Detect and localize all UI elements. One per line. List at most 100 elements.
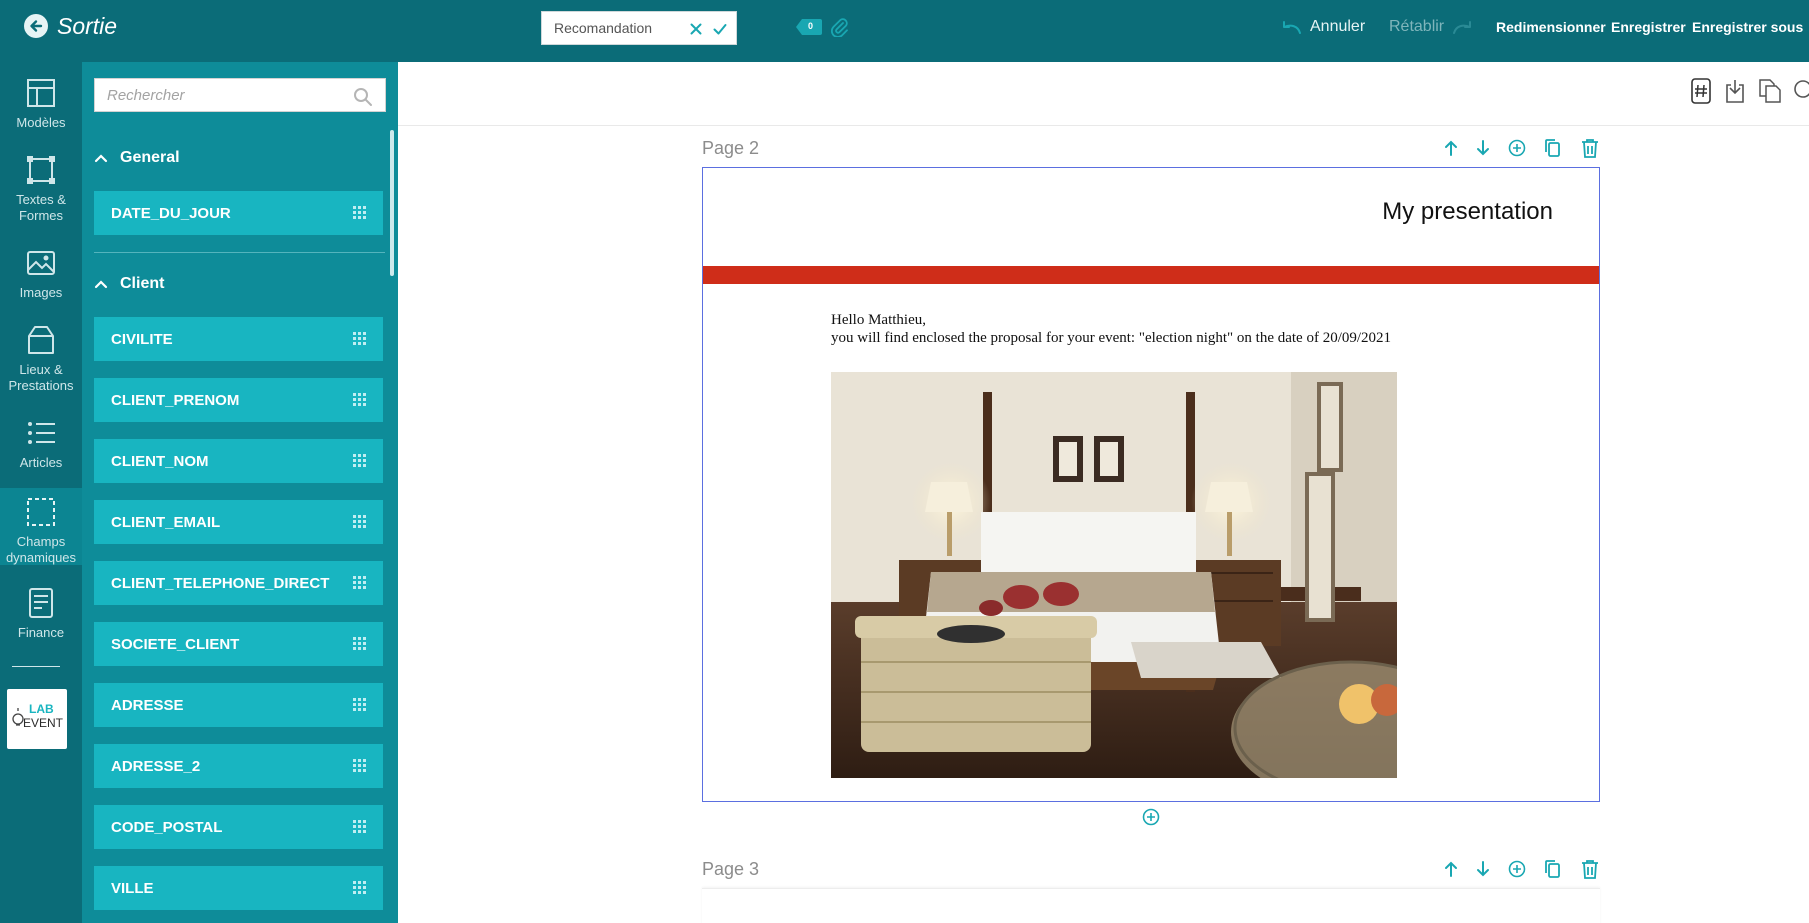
add-circle-icon[interactable] (1508, 860, 1526, 878)
search-icon[interactable] (1792, 78, 1809, 104)
field-client-email[interactable]: CLIENT_EMAIL (94, 500, 383, 544)
drag-grip-icon[interactable] (353, 393, 367, 407)
field-client-telephone-direct[interactable]: CLIENT_TELEPHONE_DIRECT (94, 561, 383, 605)
section-header-client[interactable]: Client (94, 272, 164, 296)
rail-item-finance[interactable]: Finance (0, 587, 82, 641)
field-adresse-2[interactable]: ADRESSE_2 (94, 744, 383, 788)
add-page-icon[interactable] (1142, 808, 1160, 826)
field-societe-client[interactable]: SOCIETE_CLIENT (94, 622, 383, 666)
invoice-icon (29, 588, 53, 618)
rail-item-label: Formes (18, 208, 64, 223)
trash-icon[interactable] (1581, 138, 1599, 158)
field-ville[interactable]: VILLE (94, 866, 383, 910)
logo-lab-text: LAB (29, 702, 54, 716)
duplicate-document-icon[interactable] (1757, 78, 1783, 104)
editor-canvas: Page 2 My presentation Hello Matthieu, y… (398, 62, 1809, 923)
arrow-down-icon[interactable] (1475, 860, 1491, 878)
save-as-button[interactable]: Enregistrer sous (1692, 19, 1803, 35)
hotel-room-photo[interactable] (831, 372, 1397, 778)
drag-grip-icon[interactable] (353, 637, 367, 651)
field-client-nom[interactable]: CLIENT_NOM (94, 439, 383, 483)
rail-divider (12, 666, 60, 667)
download-icon[interactable] (1724, 78, 1746, 104)
field-label: CLIENT_PRENOM (111, 391, 240, 409)
rail-item-champs-dynamiques[interactable]: Champs dynamiques (0, 488, 82, 565)
presentation-title[interactable]: My presentation (1382, 198, 1553, 226)
drag-grip-icon[interactable] (353, 454, 367, 468)
save-button[interactable]: Enregistrer (1611, 19, 1686, 35)
close-icon[interactable] (688, 21, 704, 37)
page-2[interactable]: My presentation Hello Matthieu, you will… (702, 167, 1600, 802)
rail-item-images[interactable]: Images (0, 247, 82, 301)
copy-icon[interactable] (1544, 859, 1561, 879)
page-3[interactable] (702, 888, 1600, 923)
undo-label: Annuler (1310, 18, 1366, 35)
search-input[interactable] (107, 87, 347, 104)
rail-item-label: Modèles (16, 115, 66, 130)
canvas-toolbar (398, 62, 1809, 126)
chevron-up-icon (94, 154, 108, 163)
search-box (94, 78, 386, 112)
rail-item-textes-formes[interactable]: Textes & Formes (0, 154, 82, 224)
greeting-text[interactable]: Hello Matthieu, you will find enclosed t… (831, 311, 1391, 347)
section-header-general[interactable]: General (94, 146, 180, 170)
back-button[interactable]: Sortie (24, 12, 117, 40)
field-label: CLIENT_EMAIL (111, 513, 221, 531)
drag-grip-icon[interactable] (353, 576, 367, 590)
paperclip-icon[interactable] (830, 17, 848, 37)
rail-item-label: Champs (16, 534, 66, 549)
chevron-up-icon (94, 280, 108, 289)
section-label: Client (120, 275, 165, 292)
rail-item-label: Lieux & (19, 362, 63, 377)
field-civilite[interactable]: CIVILITE (94, 317, 383, 361)
greeting-line: you will find enclosed the proposal for … (831, 330, 1392, 346)
field-date-du-jour[interactable]: DATE_DU_JOUR (94, 191, 383, 235)
resize-button[interactable]: Redimensionner (1496, 19, 1606, 35)
add-circle-icon[interactable] (1508, 139, 1526, 157)
rail-item-label: Prestations (8, 378, 74, 393)
drag-grip-icon[interactable] (353, 759, 367, 773)
drag-grip-icon[interactable] (353, 332, 367, 346)
undo-icon (1283, 21, 1301, 34)
tag-button[interactable]: 0 (796, 19, 822, 35)
rail-item-label: dynamiques (5, 550, 77, 565)
copy-icon[interactable] (1544, 138, 1561, 158)
trash-icon[interactable] (1581, 859, 1599, 879)
shape-icon (27, 156, 55, 184)
hashtag-icon[interactable] (1691, 78, 1711, 104)
panel-scrollbar[interactable] (390, 130, 394, 276)
undo-button[interactable]: Annuler (1280, 18, 1365, 36)
document-name-box (541, 11, 737, 45)
check-icon[interactable] (712, 21, 728, 37)
greeting-line: Hello Matthieu, (831, 312, 926, 328)
red-banner[interactable] (703, 266, 1599, 284)
arrow-up-icon[interactable] (1443, 139, 1459, 157)
arrow-up-icon[interactable] (1443, 860, 1459, 878)
rail-item-lieux-prestations[interactable]: Lieux & Prestations (0, 324, 82, 394)
document-name-input[interactable] (554, 20, 684, 36)
search-icon[interactable] (353, 87, 373, 107)
rail-item-label: Textes & (16, 192, 66, 207)
hotel-room-illustration (831, 372, 1397, 778)
logo-event-text: EVENT (23, 716, 64, 730)
drag-grip-icon[interactable] (353, 206, 367, 220)
drag-grip-icon[interactable] (353, 820, 367, 834)
field-label: ADRESSE (111, 696, 184, 714)
drag-grip-icon[interactable] (353, 881, 367, 895)
rail-item-modeles[interactable]: Modèles (0, 77, 82, 131)
section-divider (94, 252, 385, 253)
redo-button[interactable]: Rétablir (1389, 18, 1474, 36)
left-rail: Modèles Textes & Formes Images Lieux & P… (0, 62, 82, 923)
arrow-down-icon[interactable] (1475, 139, 1491, 157)
field-adresse[interactable]: ADRESSE (94, 683, 383, 727)
field-code-postal[interactable]: CODE_POSTAL (94, 805, 383, 849)
image-icon (27, 251, 55, 275)
drag-grip-icon[interactable] (353, 515, 367, 529)
lab-event-logo[interactable]: LAB EVENT (7, 689, 67, 749)
rail-item-label: Finance (17, 625, 65, 640)
rail-item-articles[interactable]: Articles (0, 417, 82, 471)
redo-icon (1453, 21, 1472, 34)
drag-grip-icon[interactable] (353, 698, 367, 712)
field-client-prenom[interactable]: CLIENT_PRENOM (94, 378, 383, 422)
field-label: SOCIETE_CLIENT (111, 635, 240, 653)
